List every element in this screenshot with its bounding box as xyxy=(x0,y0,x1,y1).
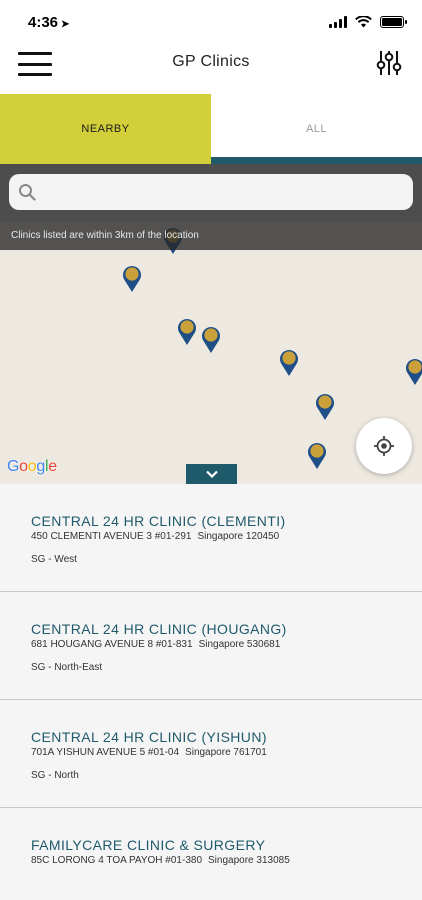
clinic-street: 450 CLEMENTI AVENUE 3 #01-291 xyxy=(31,531,192,542)
tab-bar: NEARBY ALL xyxy=(0,94,422,164)
map-pin-icon[interactable] xyxy=(278,347,300,377)
map-pin-icon[interactable] xyxy=(121,263,143,293)
clinic-postal: Singapore 761701 xyxy=(185,747,267,758)
clinic-list-item[interactable]: FAMILYCARE CLINIC & SURGERY 85C LORONG 4… xyxy=(0,808,422,900)
map-pin-icon[interactable] xyxy=(306,440,328,470)
filter-sliders-icon[interactable] xyxy=(376,48,402,78)
search-box[interactable] xyxy=(9,174,413,210)
map-pin-icon[interactable] xyxy=(176,316,198,346)
clinic-list: CENTRAL 24 HR CLINIC (CLEMENTI) 450 CLEM… xyxy=(0,484,422,900)
map-pin-icon[interactable] xyxy=(314,391,336,421)
clinic-address: 85C LORONG 4 TOA PAYOH #01-380 Singapore … xyxy=(31,855,422,866)
cellular-signal-icon xyxy=(329,16,347,28)
location-arrow-icon: ➤ xyxy=(61,19,70,30)
map-pin-icon[interactable] xyxy=(404,356,422,386)
tab-all[interactable]: ALL xyxy=(211,94,422,164)
clinic-region: SG - North-East xyxy=(31,662,103,673)
status-icons xyxy=(329,16,407,28)
wifi-icon xyxy=(355,16,372,28)
google-logo: Google xyxy=(7,458,57,475)
clinic-region: SG - North xyxy=(31,770,79,781)
battery-icon xyxy=(380,16,407,28)
nav-bar: GP Clinics xyxy=(0,46,422,94)
clinic-name: CENTRAL 24 HR CLINIC (YISHUN) xyxy=(31,729,267,745)
clinic-street: 701A YISHUN AVENUE 5 #01-04 xyxy=(31,747,180,758)
map-radius-note: Clinics listed are within 3km of the loc… xyxy=(0,222,422,250)
search-bar xyxy=(0,164,422,222)
search-icon xyxy=(19,184,36,201)
clinic-address: 681 HOUGANG AVENUE 8 #01-831 Singapore 53… xyxy=(31,639,422,650)
clinic-region: SG - West xyxy=(31,554,77,565)
clinic-list-item[interactable]: CENTRAL 24 HR CLINIC (YISHUN) 701A YISHU… xyxy=(0,700,422,808)
clinic-street: 681 HOUGANG AVENUE 8 #01-831 xyxy=(31,639,193,650)
clinic-name: FAMILYCARE CLINIC & SURGERY xyxy=(31,837,266,853)
status-time: 4:36 ➤ xyxy=(28,14,69,31)
tab-nearby[interactable]: NEARBY xyxy=(0,94,211,164)
map-pin-icon[interactable] xyxy=(200,324,222,354)
clinic-list-item[interactable]: CENTRAL 24 HR CLINIC (HOUGANG) 681 HOUGA… xyxy=(0,592,422,700)
clinic-name: CENTRAL 24 HR CLINIC (HOUGANG) xyxy=(31,621,287,637)
clinic-name: CENTRAL 24 HR CLINIC (CLEMENTI) xyxy=(31,513,286,529)
search-input[interactable] xyxy=(45,174,403,210)
clinic-postal: Singapore 120450 xyxy=(197,531,280,542)
my-location-button[interactable] xyxy=(356,418,412,474)
clinic-street: 85C LORONG 4 TOA PAYOH #01-380 xyxy=(31,855,203,866)
clinic-postal: Singapore 313085 xyxy=(208,855,290,866)
clinic-address: 450 CLEMENTI AVENUE 3 #01-291 Singapore 1… xyxy=(31,531,422,542)
crosshair-icon xyxy=(374,436,394,456)
clinic-address: 701A YISHUN AVENUE 5 #01-04 Singapore 761… xyxy=(31,747,422,758)
clinic-list-item[interactable]: CENTRAL 24 HR CLINIC (CLEMENTI) 450 CLEM… xyxy=(0,484,422,592)
clinic-postal: Singapore 530681 xyxy=(198,639,281,650)
clock-time: 4:36 xyxy=(28,14,59,31)
page-title: GP Clinics xyxy=(172,53,250,70)
map-collapse-handle[interactable] xyxy=(186,464,237,484)
chevron-down-icon xyxy=(205,470,218,478)
status-bar: 4:36 ➤ xyxy=(0,0,422,46)
map-view[interactable]: Clinics listed are within 3km of the loc… xyxy=(0,222,422,484)
